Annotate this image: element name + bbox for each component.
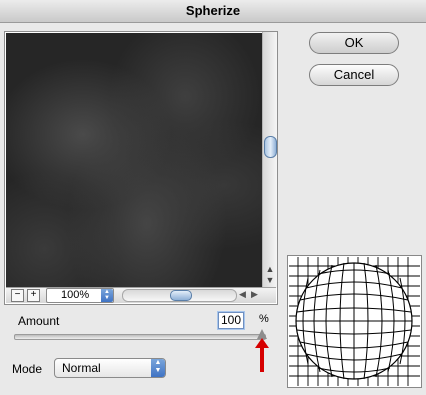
preview-toolbar: − + 100% ▲ ▼ ◀ ▶: [6, 287, 276, 303]
annotation-arrow-shaft: [260, 346, 264, 372]
amount-input[interactable]: 100: [218, 312, 244, 329]
preview-image[interactable]: [6, 33, 262, 287]
chevron-left-icon[interactable]: ◀: [239, 289, 246, 300]
zoom-in-button[interactable]: +: [27, 289, 40, 302]
chevron-down-icon[interactable]: ▼: [265, 275, 275, 285]
mode-select[interactable]: Normal ▲ ▼: [54, 358, 166, 378]
zoom-value: 100%: [61, 289, 90, 301]
zoom-select[interactable]: 100% ▲ ▼: [46, 288, 114, 303]
horizontal-scrollbar[interactable]: [122, 289, 237, 302]
chevron-right-icon[interactable]: ▶: [251, 289, 258, 300]
zoom-out-button[interactable]: −: [11, 289, 24, 302]
mode-label: Mode: [12, 362, 43, 376]
vertical-scrollbar[interactable]: ▲ ▼: [262, 32, 277, 288]
percent-unit-label: %: [259, 313, 269, 325]
window-title: Spherize: [185, 3, 241, 18]
chevron-up-icon[interactable]: ▲: [265, 264, 275, 274]
dialog-content: ▲ ▼ − + 100% ▲ ▼ ◀ ▶ OK Cancel Amount 10…: [0, 23, 426, 395]
amount-label: Amount: [18, 314, 60, 328]
horizontal-scroll-thumb[interactable]: [170, 290, 192, 301]
spherize-grid-preview: [287, 255, 422, 388]
preview-frame: ▲ ▼ − + 100% ▲ ▼ ◀ ▶: [4, 31, 278, 305]
amount-slider-track[interactable]: [14, 334, 266, 340]
mode-selected-value: Normal: [62, 361, 101, 375]
vertical-scroll-thumb[interactable]: [264, 136, 277, 158]
cancel-button[interactable]: Cancel: [309, 64, 399, 86]
updown-arrows-icon: ▲ ▼: [151, 359, 165, 377]
window-title-bar: Spherize: [0, 0, 426, 23]
ok-button[interactable]: OK: [309, 32, 399, 54]
updown-arrows-icon: ▲ ▼: [101, 289, 113, 302]
